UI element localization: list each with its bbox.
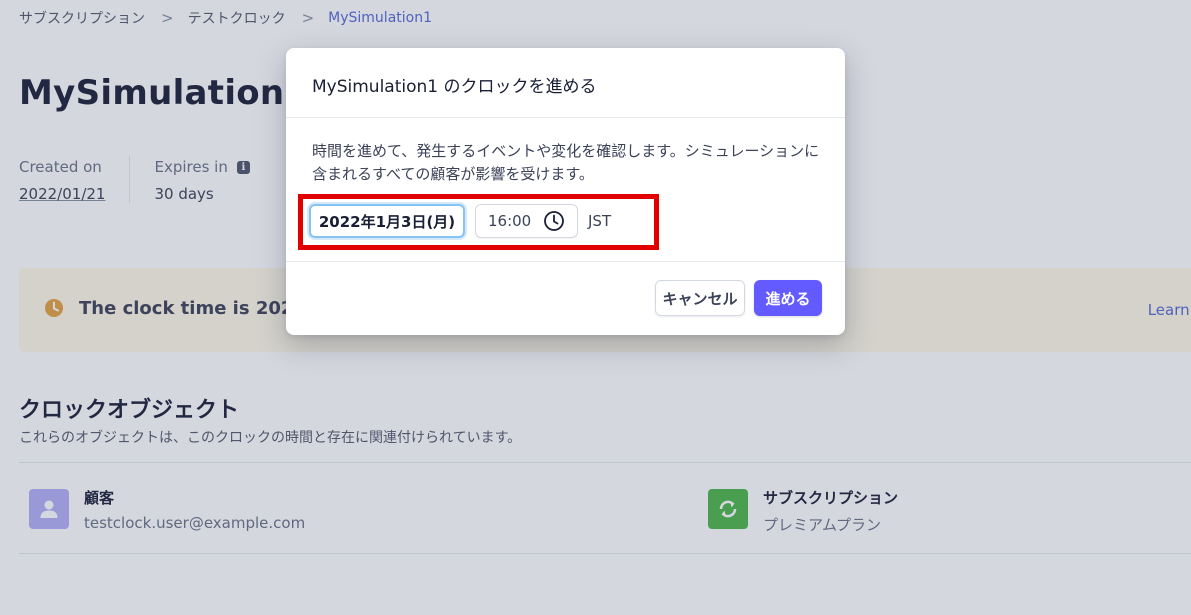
- cancel-button[interactable]: キャンセル: [655, 280, 745, 316]
- advance-button[interactable]: 進める: [754, 280, 822, 316]
- dialog-footer-divider: [286, 261, 845, 262]
- advance-clock-dialog: MySimulation1 のクロックを進める 時間を進めて、発生するイベントや…: [286, 48, 845, 335]
- dialog-title: MySimulation1 のクロックを進める: [312, 77, 597, 97]
- page: サブスクリプション > テストクロック > MySimulation1 MySi…: [0, 0, 1191, 615]
- dialog-description: 時間を進めて、発生するイベントや変化を確認します。シミュレーションに含まれるすべ…: [312, 142, 820, 183]
- dialog-header: MySimulation1 のクロックを進める: [286, 48, 845, 118]
- highlight-box: [298, 194, 659, 250]
